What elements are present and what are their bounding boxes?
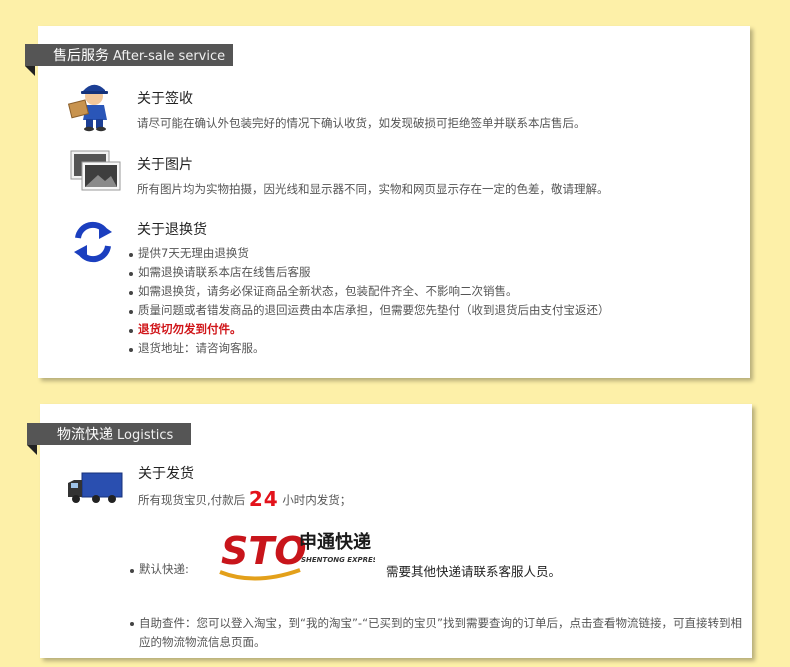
shipping-desc: 所有现货宝贝,付款后 24 小时内发货； (138, 487, 351, 511)
sto-logo: STO 申通快递 SHENTONG EXPRESS (215, 524, 383, 582)
returns-item-warning: 退货切勿发到付件。 (129, 320, 610, 339)
delivery-man-icon (67, 78, 118, 132)
refresh-icon (72, 220, 114, 264)
returns-list: 提供7天无理由退换货 如需退换请联系本店在线售后客服 如需退换货，请务必保证商品… (129, 244, 610, 358)
sto-logo-cn: 申通快递 (299, 531, 371, 553)
logistics-title-en: Logistics (117, 428, 174, 443)
returns-item: 退货地址：请咨询客服。 (129, 339, 610, 358)
shipping-desc-after: 小时内发货； (282, 493, 352, 507)
aftersale-title-cn: 售后服务 (53, 48, 109, 64)
sto-logo-text: STO (221, 529, 307, 573)
logistics-section-header: 物流快递 Logistics (27, 423, 191, 455)
truck-icon (66, 471, 124, 505)
shipping-hours: 24 (248, 487, 279, 511)
returns-title: 关于退换货 (137, 222, 207, 238)
returns-item: 如需退换请联系本店在线售后客服 (129, 263, 610, 282)
sto-logo-en: SHENTONG EXPRESS (301, 556, 375, 564)
aftersale-title-en: After-sale service (113, 49, 226, 64)
logistics-title-cn: 物流快递 (57, 427, 113, 443)
returns-item: 如需退换货，请务必保证商品全新状态，包装配件齐全、不影响二次销售。 (129, 282, 610, 301)
returns-item: 提供7天无理由退换货 (129, 244, 610, 263)
aftersale-section-header: 售后服务 After-sale service (25, 44, 233, 76)
sign-title: 关于签收 (137, 91, 193, 107)
sign-desc: 请尽可能在确认外包装完好的情况下确认收货，如发现破损可拒绝签单并联系本店售后。 (137, 116, 586, 130)
returns-item: 质量问题或者错发商品的退回运费由本店承担，但需要您先垫付（收到退货后由支付宝返还… (129, 301, 610, 320)
photo-title: 关于图片 (137, 157, 193, 173)
photo-desc: 所有图片均为实物拍摄，因光线和显示器不同，实物和网页显示存在一定的色差，敬请理解… (137, 182, 609, 196)
shipping-title: 关于发货 (138, 466, 194, 482)
courier-note: 需要其他快递请联系客服人员。 (386, 564, 562, 579)
photos-icon (70, 150, 122, 192)
shipping-desc-before: 所有现货宝贝,付款后 (138, 493, 246, 507)
self-query-desc: 自助查件：您可以登入淘宝，到“我的淘宝”-“已买到的宝贝”找到需要查询的订单后，… (130, 614, 751, 652)
